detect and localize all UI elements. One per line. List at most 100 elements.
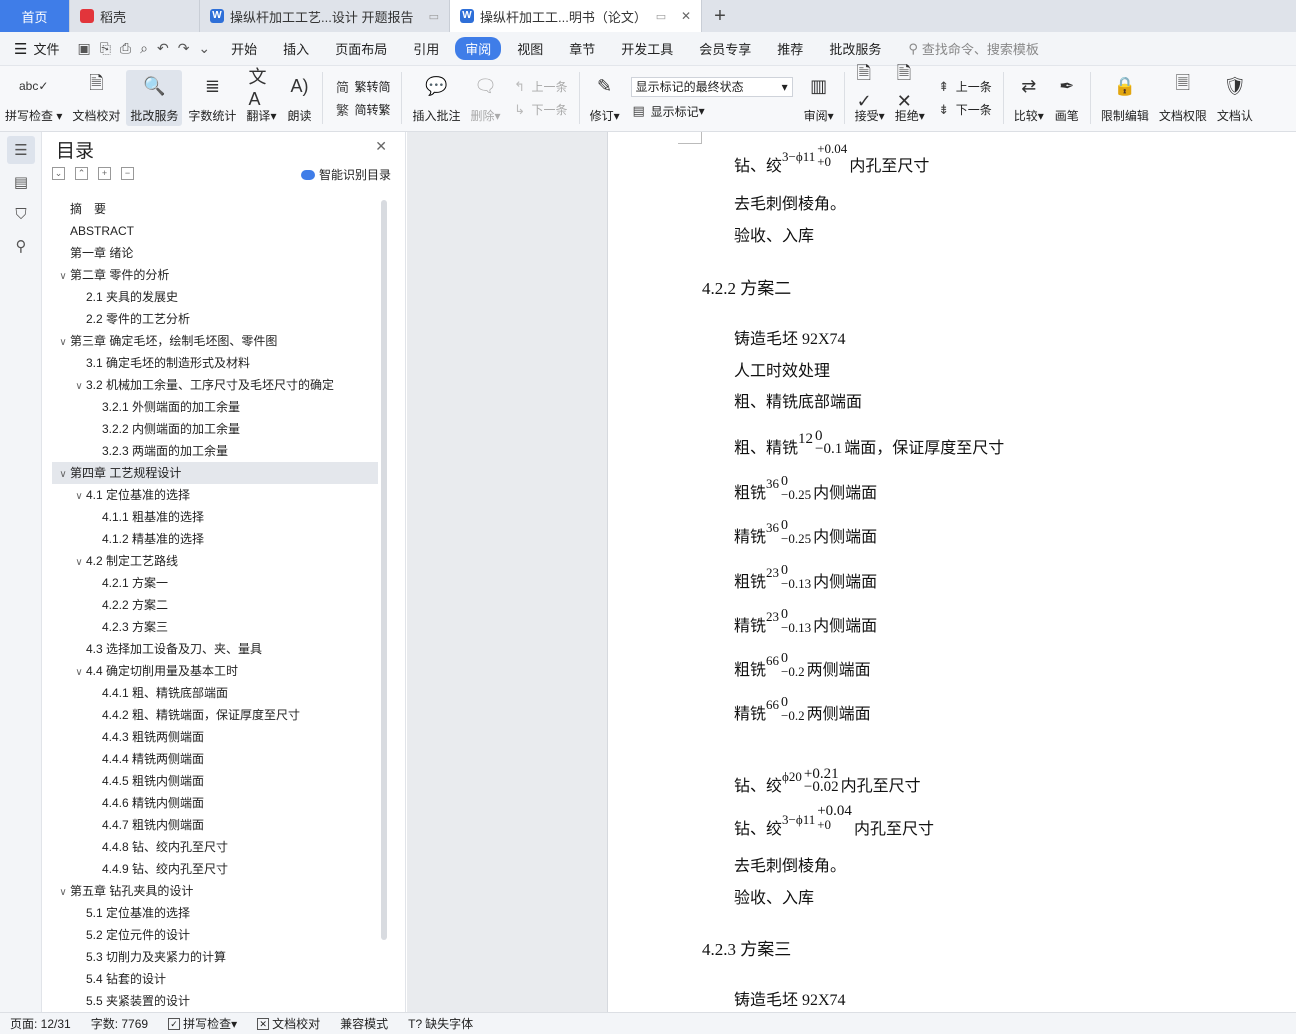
document-page[interactable]: 钻、绞3−ϕ11 +0.04 +0 内孔至尺寸 去毛刺倒棱角。 验收、入库 4.2.2… <box>607 132 1296 1012</box>
missing-font-indicator[interactable]: T? 缺失字体 <box>398 1015 483 1032</box>
menu-tab[interactable]: 会员专享 <box>689 37 761 60</box>
expand-all-icon[interactable]: + <box>98 167 111 180</box>
toc-item[interactable]: 4.4.9 钻、绞内孔至尺寸 <box>52 858 378 880</box>
toc-item[interactable]: 3.1 确定毛坯的制造形式及材料 <box>52 352 378 374</box>
menu-tab[interactable]: 开始 <box>221 37 267 60</box>
toc-item[interactable]: ABSTRACT <box>52 220 378 242</box>
read-aloud-button[interactable]: A) 朗读 <box>282 70 316 126</box>
show-markup-button[interactable]: ▤ 显示标记 ▾ <box>631 103 793 120</box>
chevron-down-icon[interactable]: ∨ <box>56 464 70 486</box>
toc-item[interactable]: 4.2.1 方案一 <box>52 572 378 594</box>
chevron-down-icon[interactable]: ∨ <box>56 882 70 904</box>
toc-item[interactable]: ∨ 4.2 制定工艺路线 <box>52 550 378 572</box>
restrict-edit-button[interactable]: 🔒 限制编辑 <box>1097 70 1153 126</box>
toc-item[interactable]: 4.1.2 精基准的选择 <box>52 528 378 550</box>
toc-item[interactable]: 摘 要 <box>52 198 378 220</box>
menu-tab[interactable]: 引用 <box>403 37 449 60</box>
chapter-nav-button[interactable]: ▤ <box>7 168 35 196</box>
tab-document-1[interactable]: W 操纵杆加工工艺...设计 开题报告 ▭ <box>200 0 450 32</box>
toc-item[interactable]: 5.5 夹紧装置的设计 <box>52 990 378 1008</box>
spell-check-button[interactable]: abc✓ 拼写检查 ▾ <box>1 70 66 126</box>
smart-toc-button[interactable]: 智能识别目录 <box>300 166 391 183</box>
chevron-down-icon[interactable]: ∨ <box>56 332 70 354</box>
toc-item[interactable]: 4.4.4 精铣两侧端面 <box>52 748 378 770</box>
next-change-button[interactable]: ⇟ 下一条 <box>936 101 991 118</box>
correction-service-button[interactable]: 🔍 批改服务 <box>126 70 183 126</box>
spell-check-status[interactable]: ✓ 拼写检查 ▾ <box>158 1015 247 1032</box>
toc-nav-button[interactable]: ☰ <box>7 136 35 164</box>
file-menu[interactable]: ☰ 文件 <box>0 39 69 58</box>
toc-item[interactable]: 3.2.3 两端面的加工余量 <box>52 440 378 462</box>
compare-button[interactable]: ⇄ 比较▾ <box>1010 70 1048 126</box>
toc-item[interactable]: ∨ 3.2 机械加工余量、工序尺寸及毛坯尺寸的确定 <box>52 374 378 396</box>
word-count-indicator[interactable]: 字数: 7769 <box>81 1015 158 1032</box>
delete-comment-button[interactable]: 🗨 删除▾ <box>467 70 505 126</box>
toc-item[interactable]: 4.2.2 方案二 <box>52 594 378 616</box>
undo-icon[interactable]: ↶ <box>157 40 169 57</box>
toc-item[interactable]: ∨ 第三章 确定毛坯，绘制毛坯图、零件图 <box>52 330 378 352</box>
collapse-all-icon[interactable]: − <box>121 167 134 180</box>
word-count-button[interactable]: ≣ 字数统计 <box>184 70 240 126</box>
toc-item[interactable]: 4.2.3 方案三 <box>52 616 378 638</box>
insert-comment-button[interactable]: 💬 插入批注 <box>408 70 464 126</box>
toc-item[interactable]: 5.3 切削力及夹紧力的计算 <box>52 946 378 968</box>
toc-item[interactable]: 3.2.1 外侧端面的加工余量 <box>52 396 378 418</box>
close-tab-icon[interactable]: ✕ <box>675 9 691 23</box>
toc-item[interactable]: 4.4.8 钻、绞内孔至尺寸 <box>52 836 378 858</box>
review-pane-button[interactable]: ▥ 审阅▾ <box>800 70 838 126</box>
bookmark-nav-button[interactable]: ⛉ <box>7 200 35 228</box>
find-nav-button[interactable]: ⚲ <box>7 232 35 260</box>
save-icon[interactable]: ▣ <box>77 40 90 57</box>
prev-change-button[interactable]: ⇞ 上一条 <box>936 78 991 95</box>
toc-item[interactable]: 第一章 绪论 <box>52 242 378 264</box>
toc-item[interactable]: 4.1.1 粗基准的选择 <box>52 506 378 528</box>
toc-item[interactable]: ∨ 第五章 钻孔夹具的设计 <box>52 880 378 902</box>
toc-item[interactable]: ∨ 第二章 零件的分析 <box>52 264 378 286</box>
close-panel-icon[interactable]: ✕ <box>375 138 387 155</box>
tab-home[interactable]: 首页 <box>0 0 70 32</box>
chevron-down-icon[interactable]: ∨ <box>72 486 86 508</box>
toc-item[interactable]: 5.1 定位基准的选择 <box>52 902 378 924</box>
chevron-down-icon[interactable]: ∨ <box>56 266 70 288</box>
redo-icon[interactable]: ↷ <box>178 40 190 57</box>
toc-item[interactable]: ∨ 第四章 工艺规程设计 <box>52 462 378 484</box>
toc-item[interactable]: 4.4.5 粗铣内侧端面 <box>52 770 378 792</box>
toc-item[interactable]: ∨ 4.1 定位基准的选择 <box>52 484 378 506</box>
expand-down-icon[interactable]: ⌄ <box>52 167 65 180</box>
toc-item[interactable]: ∨ 4.4 确定切削用量及基本工时 <box>52 660 378 682</box>
menu-tab[interactable]: 开发工具 <box>611 37 683 60</box>
toc-item[interactable]: 4.3 选择加工设备及刀、夹、量具 <box>52 638 378 660</box>
next-comment-button[interactable]: ↳ 下一条 <box>512 101 567 118</box>
menu-tab[interactable]: 审阅 <box>455 37 502 60</box>
collapse-up-icon[interactable]: ⌃ <box>75 167 88 180</box>
reject-button[interactable]: 🗎✕ 拒绝▾ <box>891 63 929 126</box>
new-tab-button[interactable]: + <box>702 0 738 32</box>
menu-tab[interactable]: 视图 <box>507 37 553 60</box>
pen-button[interactable]: ✒ 画笔 <box>1050 70 1084 126</box>
command-search[interactable]: ⚲ 查找命令、搜索模板 <box>908 39 1039 58</box>
markup-state-select[interactable]: 显示标记的最终状态 ▾ <box>630 76 793 97</box>
toc-item[interactable]: 4.4.7 粗铣内侧端面 <box>52 814 378 836</box>
doc-proof-button[interactable]: 🗎 文档校对 <box>68 70 124 126</box>
simp-to-trad-button[interactable]: 繁简转繁 <box>334 101 391 118</box>
doc-proof-status[interactable]: ✕ 文档校对 <box>247 1015 330 1032</box>
toc-item[interactable]: 5.4 钻套的设计 <box>52 968 378 990</box>
chevron-down-icon[interactable]: ∨ <box>72 376 86 398</box>
toc-item[interactable]: 4.4.3 粗铣两侧端面 <box>52 726 378 748</box>
doc-auth-button[interactable]: 🛡 文档认 <box>1213 70 1257 126</box>
trad-to-simp-button[interactable]: 简繁转简 <box>334 78 391 95</box>
print-preview-icon[interactable]: ⌕ <box>140 40 148 57</box>
toc-scrollbar[interactable] <box>381 200 387 940</box>
toc-item[interactable]: 3.2.2 内侧端面的加工余量 <box>52 418 378 440</box>
prev-comment-button[interactable]: ↰ 上一条 <box>512 78 567 95</box>
menu-tab[interactable]: 章节 <box>559 37 605 60</box>
accept-button[interactable]: 🗎✓ 接受▾ <box>851 63 889 126</box>
menu-tab[interactable]: 插入 <box>273 37 319 60</box>
toc-item[interactable]: 2.1 夹具的发展史 <box>52 286 378 308</box>
print-icon[interactable]: ⎙ <box>120 40 131 57</box>
customize-chevron-icon[interactable]: ⌄ <box>198 40 210 57</box>
menu-tab[interactable]: 推荐 <box>767 37 813 60</box>
toc-item[interactable]: 4.4.2 粗、精铣端面，保证厚度至尺寸 <box>52 704 378 726</box>
menu-tab[interactable]: 批改服务 <box>819 37 891 60</box>
chevron-down-icon[interactable]: ∨ <box>72 552 86 574</box>
